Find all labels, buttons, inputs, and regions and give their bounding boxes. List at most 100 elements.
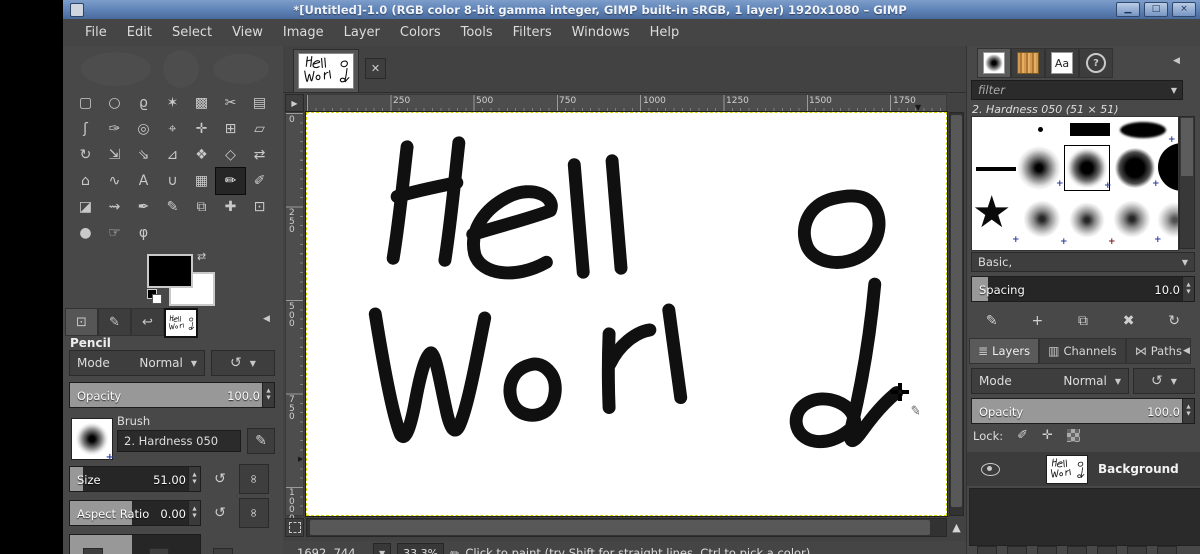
brush-chalk[interactable] xyxy=(1022,199,1062,239)
tool-fuzzy-select[interactable]: ✶ xyxy=(158,90,187,116)
spinner[interactable]: ▲▼ xyxy=(1182,399,1194,423)
tool-zoom[interactable]: ◎ xyxy=(129,116,158,142)
paint-mode-select[interactable]: Mode Normal ▼ xyxy=(69,350,205,376)
tool-scissors-select[interactable]: ✂ xyxy=(216,90,245,116)
brush-grid[interactable]: ★ + + + + + + + + xyxy=(971,116,1179,251)
spinner[interactable]: ▲▼ xyxy=(262,383,274,407)
layer-thumbnail[interactable] xyxy=(1046,455,1088,484)
dock-menu-arrow-icon[interactable]: ◀ xyxy=(263,314,270,324)
delete-brush-button[interactable]: ✖ xyxy=(1112,313,1146,329)
tool-select-by-color[interactable]: ▩ xyxy=(187,90,216,116)
tool-clone[interactable]: ⧉ xyxy=(187,194,216,220)
clipped-control[interactable] xyxy=(83,548,103,554)
aspect-ratio-slider[interactable]: Aspect Ratio 0.00 ▲▼ xyxy=(69,500,201,526)
tool-flip[interactable]: ⇄ xyxy=(245,142,274,168)
tool-heal[interactable]: ✚ xyxy=(216,194,245,220)
menu-filters[interactable]: Filters xyxy=(503,21,562,44)
menu-colors[interactable]: Colors xyxy=(390,21,451,44)
layer-mode-select[interactable]: Mode Normal ▼ xyxy=(971,368,1129,394)
tool-color-picker[interactable]: ✑ xyxy=(100,116,129,142)
tab-brushes[interactable] xyxy=(977,48,1011,78)
close-button[interactable]: × xyxy=(1172,2,1196,17)
new-brush-button[interactable]: + xyxy=(1020,313,1054,329)
layer-list-empty-area[interactable] xyxy=(969,488,1200,546)
tool-handle-transform[interactable]: ◇ xyxy=(216,142,245,168)
menu-layer[interactable]: Layer xyxy=(334,21,390,44)
active-brush-thumbnail[interactable]: + xyxy=(71,418,113,460)
brush-block[interactable] xyxy=(1070,123,1110,136)
brush-line[interactable] xyxy=(976,167,1016,171)
edit-brush-button[interactable]: ✎ xyxy=(975,313,1009,329)
clipped-layer-button[interactable] xyxy=(1097,546,1117,554)
tool-mypaint-brush[interactable]: ✎ xyxy=(158,194,187,220)
tab-undo-history[interactable]: ↩ xyxy=(131,308,164,336)
lock-paint-icon[interactable]: ✐ xyxy=(1017,428,1028,443)
tool-ellipse-select[interactable]: ○ xyxy=(100,90,129,116)
menu-edit[interactable]: Edit xyxy=(117,21,162,44)
brush-sparks[interactable] xyxy=(1120,122,1166,138)
lock-alpha-icon[interactable] xyxy=(1067,429,1080,442)
clipped-control[interactable] xyxy=(213,548,233,554)
tab-tool-options[interactable]: ⊡ xyxy=(65,308,98,336)
menu-help[interactable]: Help xyxy=(640,21,690,44)
lock-position-icon[interactable]: ✛ xyxy=(1042,428,1053,443)
tab-fonts[interactable]: Aa xyxy=(1045,48,1079,78)
unit-select[interactable]: ▼ xyxy=(373,543,391,554)
size-link-button[interactable]: ∞ xyxy=(239,464,269,494)
tool-paths[interactable]: ʃ xyxy=(71,116,100,142)
menu-windows[interactable]: Windows xyxy=(562,21,640,44)
aspect-reset-button[interactable]: ↺ xyxy=(207,500,233,526)
edit-brush-button[interactable]: ✎ xyxy=(247,428,275,454)
horizontal-ruler[interactable]: 250 500 750 1000 1250 1500 1750 ▼ xyxy=(306,94,947,112)
spinner[interactable]: ▲▼ xyxy=(188,467,200,491)
clipped-layer-button[interactable] xyxy=(977,546,997,554)
image-tab-close-button[interactable]: ✕ xyxy=(365,58,386,79)
tool-crop[interactable]: ▱ xyxy=(245,116,274,142)
tool-move[interactable]: ✛ xyxy=(187,116,216,142)
brush-name-field[interactable]: 2. Hardness 050 xyxy=(117,430,241,452)
clipped-layer-button[interactable] xyxy=(1157,546,1177,554)
tool-foreground-select[interactable]: ▤ xyxy=(245,90,274,116)
clipped-layer-button[interactable] xyxy=(1067,546,1087,554)
tool-blur-sharpen[interactable]: ● xyxy=(71,220,100,246)
vertical-ruler[interactable]: 0 250 500 750 1000 ▶ xyxy=(285,112,304,516)
tool-ink[interactable]: ✒ xyxy=(129,194,158,220)
size-reset-button[interactable]: ↺ xyxy=(207,466,233,492)
vertical-scrollbar[interactable] xyxy=(949,112,964,516)
brush-filter-field[interactable]: filter ▼ xyxy=(971,80,1183,100)
tab-paths[interactable]: ⋈ Paths xyxy=(1126,338,1191,364)
duplicate-brush-button[interactable]: ⧉ xyxy=(1066,313,1100,329)
image-tab[interactable] xyxy=(293,49,359,93)
zoom-level-field[interactable]: 33.3% xyxy=(397,543,444,554)
clipped-control[interactable] xyxy=(149,548,169,554)
brush-group-select[interactable]: Basic, ▼ xyxy=(971,252,1195,272)
reset-colors-icon[interactable] xyxy=(147,289,161,303)
maximize-button[interactable]: □ xyxy=(1144,2,1168,17)
horizontal-scrollbar[interactable] xyxy=(306,518,947,537)
menu-tools[interactable]: Tools xyxy=(451,21,503,44)
titlebar[interactable]: *[Untitled]-1.0 (RGB color 8-bit gamma i… xyxy=(63,0,1200,19)
tool-dodge-burn[interactable]: φ xyxy=(129,220,158,246)
tool-align[interactable]: ⊞ xyxy=(216,116,245,142)
tool-rectangle-select[interactable]: ▢ xyxy=(71,90,100,116)
tool-scale[interactable]: ⇲ xyxy=(100,142,129,168)
dock-menu-arrow-icon[interactable]: ◀ xyxy=(1173,56,1180,66)
tool-bucket-fill[interactable]: ∪ xyxy=(158,168,187,194)
menu-image[interactable]: Image xyxy=(273,21,334,44)
clipped-layer-button[interactable] xyxy=(1007,546,1027,554)
layer-row-background[interactable]: Background xyxy=(967,452,1200,486)
dock-menu-arrow-icon[interactable]: ◀ xyxy=(1183,346,1190,356)
menu-view[interactable]: View xyxy=(222,21,273,44)
tab-channels[interactable]: ▥ Channels xyxy=(1039,338,1126,364)
refresh-brushes-button[interactable]: ↻ xyxy=(1157,313,1191,329)
tool-airbrush[interactable]: ⇝ xyxy=(100,194,129,220)
tool-rotate[interactable]: ↻ xyxy=(71,142,100,168)
size-slider[interactable]: Size 51.00 ▲▼ xyxy=(69,466,201,492)
tool-cage-transform[interactable]: ⌂ xyxy=(71,168,100,194)
foreground-color-swatch[interactable] xyxy=(147,254,193,288)
clipped-layer-button[interactable] xyxy=(1037,546,1057,554)
tool-text[interactable]: A xyxy=(129,168,158,194)
scroll-arrow-button[interactable]: ▲ xyxy=(949,518,964,537)
tool-paintbrush[interactable]: ✐ xyxy=(245,168,274,194)
spinner[interactable]: ▲▼ xyxy=(1182,277,1194,301)
